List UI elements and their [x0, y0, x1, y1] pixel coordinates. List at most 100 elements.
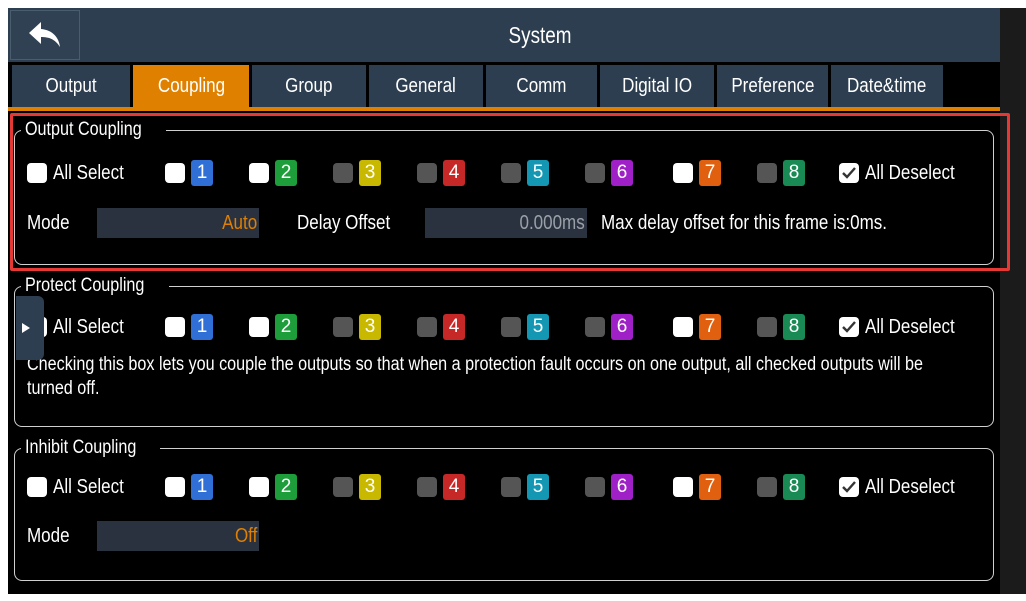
inhibit-coupling-channel-5[interactable]: 5 [501, 473, 549, 501]
protect-coupling-channel-4[interactable]: 4 [417, 313, 465, 341]
checkbox-icon[interactable] [27, 163, 47, 183]
output-mode-field[interactable]: Auto [97, 208, 259, 238]
checkbox-icon[interactable] [757, 317, 777, 337]
tab-bar: Output Coupling Group General Comm Digit… [12, 65, 946, 107]
protect-coupling-channel-8[interactable]: 8 [757, 313, 805, 341]
tab-group[interactable]: Group [252, 65, 366, 107]
checkbox-icon[interactable] [417, 477, 437, 497]
delay-offset-field[interactable]: 0.000ms [425, 208, 587, 238]
checkbox-icon[interactable] [249, 477, 269, 497]
output-coupling-channel-7[interactable]: 7 [673, 159, 721, 187]
inhibit-coupling-all-deselect[interactable]: All Deselect [839, 473, 971, 501]
tab-output[interactable]: Output [12, 65, 130, 107]
output-coupling-channel-1[interactable]: 1 [165, 159, 213, 187]
checkbox-icon[interactable] [501, 477, 521, 497]
inhibit-coupling-channel-6[interactable]: 6 [585, 473, 633, 501]
tab-comm[interactable]: Comm [486, 65, 597, 107]
channel-number-badge: 5 [527, 314, 549, 340]
checkbox-icon[interactable] [501, 317, 521, 337]
output-coupling-channel-8[interactable]: 8 [757, 159, 805, 187]
channel-number-badge: 6 [611, 160, 633, 186]
checkbox-icon[interactable] [757, 477, 777, 497]
checkbox-icon[interactable] [585, 477, 605, 497]
right-edge [1000, 8, 1026, 594]
checkbox-icon[interactable] [585, 163, 605, 183]
checkbox-icon[interactable] [585, 317, 605, 337]
output-coupling-all-select[interactable]: All Select [27, 159, 136, 187]
channel-number-badge: 1 [191, 474, 213, 500]
protect-coupling-group: Protect Coupling All Select 1 2 3 4 5 6 7 8 All D… [14, 274, 994, 427]
checkbox-icon[interactable] [673, 477, 693, 497]
checkbox-icon[interactable] [27, 477, 47, 497]
system-screen: System Output Coupling Group General Com… [8, 8, 1000, 594]
checkbox-icon[interactable] [501, 163, 521, 183]
back-arrow-icon [29, 22, 60, 47]
inhibit-coupling-channel-7[interactable]: 7 [673, 473, 721, 501]
tab-general[interactable]: General [369, 65, 483, 107]
all-deselect-label: All Deselect [865, 315, 955, 338]
checkbox-icon[interactable] [417, 317, 437, 337]
output-coupling-all-deselect[interactable]: All Deselect [839, 159, 971, 187]
tab-underline [8, 107, 1000, 111]
output-coupling-legend: Output Coupling [21, 118, 167, 142]
side-panel-handle[interactable] [16, 296, 44, 360]
protect-coupling-channel-3[interactable]: 3 [333, 313, 381, 341]
protect-coupling-channel-6[interactable]: 6 [585, 313, 633, 341]
checkbox-icon[interactable] [417, 163, 437, 183]
protect-coupling-channel-2[interactable]: 2 [249, 313, 297, 341]
output-coupling-channel-2[interactable]: 2 [249, 159, 297, 187]
inhibit-coupling-channel-4[interactable]: 4 [417, 473, 465, 501]
checkbox-icon[interactable] [249, 163, 269, 183]
checkbox-checked-icon[interactable] [839, 477, 859, 497]
protect-coupling-channel-row: All Select 1 2 3 4 5 6 7 8 All Deselect [27, 313, 987, 341]
inhibit-coupling-channel-3[interactable]: 3 [333, 473, 381, 501]
inhibit-coupling-channel-1[interactable]: 1 [165, 473, 213, 501]
channel-number-badge: 5 [527, 160, 549, 186]
channel-number-badge: 8 [783, 314, 805, 340]
protect-coupling-channel-1[interactable]: 1 [165, 313, 213, 341]
checkbox-icon[interactable] [165, 477, 185, 497]
protect-coupling-legend: Protect Coupling [21, 274, 170, 298]
output-coupling-channel-3[interactable]: 3 [333, 159, 381, 187]
channel-number-badge: 7 [699, 314, 721, 340]
checkbox-icon[interactable] [333, 163, 353, 183]
checkbox-icon[interactable] [757, 163, 777, 183]
output-coupling-channel-6[interactable]: 6 [585, 159, 633, 187]
inhibit-mode-field[interactable]: Off [97, 521, 259, 551]
channel-number-badge: 2 [275, 314, 297, 340]
protect-coupling-all-deselect[interactable]: All Deselect [839, 313, 971, 341]
checkbox-checked-icon[interactable] [839, 163, 859, 183]
inhibit-coupling-channel-2[interactable]: 2 [249, 473, 297, 501]
channel-number-badge: 2 [275, 160, 297, 186]
tab-digital-io[interactable]: Digital IO [600, 65, 714, 107]
checkbox-icon[interactable] [673, 317, 693, 337]
protect-coupling-channel-5[interactable]: 5 [501, 313, 549, 341]
inhibit-coupling-all-select[interactable]: All Select [27, 473, 136, 501]
protect-coupling-channel-7[interactable]: 7 [673, 313, 721, 341]
checkbox-icon[interactable] [165, 317, 185, 337]
checkbox-icon[interactable] [673, 163, 693, 183]
channel-number-badge: 4 [443, 314, 465, 340]
back-button[interactable] [10, 10, 80, 60]
checkbox-icon[interactable] [249, 317, 269, 337]
checkbox-icon[interactable] [333, 317, 353, 337]
title-bar: System [8, 8, 1000, 62]
inhibit-coupling-legend: Inhibit Coupling [21, 436, 160, 460]
tab-date-time[interactable]: Date&time [831, 65, 943, 107]
inhibit-coupling-group: Inhibit Coupling All Select 1 2 3 4 5 6 7 8 All D… [14, 436, 994, 581]
checkbox-checked-icon[interactable] [839, 317, 859, 337]
channel-number-badge: 3 [359, 160, 381, 186]
output-mode-label: Mode [27, 212, 70, 234]
output-coupling-channel-5[interactable]: 5 [501, 159, 549, 187]
output-coupling-channel-4[interactable]: 4 [417, 159, 465, 187]
output-coupling-channel-row: All Select 1 2 3 4 5 6 7 8 All Deselect [27, 159, 987, 187]
all-deselect-label: All Deselect [865, 161, 955, 184]
inhibit-coupling-channel-8[interactable]: 8 [757, 473, 805, 501]
all-select-label: All Select [53, 315, 124, 338]
tab-coupling[interactable]: Coupling [133, 65, 249, 107]
expand-right-icon [22, 323, 30, 333]
checkbox-icon[interactable] [165, 163, 185, 183]
tab-preference[interactable]: Preference [717, 65, 828, 107]
checkbox-icon[interactable] [333, 477, 353, 497]
channel-number-badge: 4 [443, 474, 465, 500]
